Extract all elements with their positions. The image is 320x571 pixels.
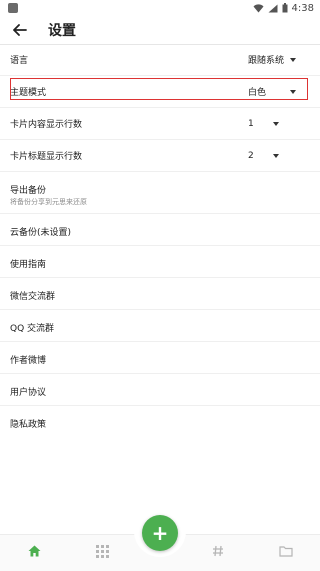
row-label: 卡片标题显示行数 — [10, 152, 83, 162]
status-time: 4:38 — [291, 2, 314, 14]
qq-group-item[interactable]: QQ 交流群 — [0, 310, 320, 342]
item-title: 隐私政策 — [10, 420, 47, 430]
arrow-back-icon — [13, 21, 27, 40]
author-weibo-item[interactable]: 作者微博 — [0, 342, 320, 374]
language-setting-row[interactable]: 语言 跟随系统 — [0, 44, 320, 76]
language-select-value[interactable]: 跟随系统 — [248, 53, 284, 66]
app-bar: 设置 — [0, 16, 320, 44]
item-title: 云备份(未设置) — [10, 228, 72, 238]
content-lines-select-value[interactable]: 1 — [248, 119, 254, 129]
row-label: 卡片内容显示行数 — [10, 120, 83, 130]
back-button[interactable] — [6, 16, 34, 44]
wifi-icon — [253, 3, 264, 13]
export-backup-item[interactable]: 导出备份 将备份分享到元思来还原 — [0, 172, 320, 214]
chevron-down-icon[interactable] — [273, 153, 279, 158]
item-title: QQ 交流群 — [10, 324, 55, 334]
card-content-lines-row[interactable]: 卡片内容显示行数 1 — [0, 108, 320, 140]
privacy-policy-item[interactable]: 隐私政策 — [0, 406, 320, 438]
battery-icon — [282, 3, 288, 13]
item-title: 导出备份 — [10, 186, 47, 196]
row-label: 语言 — [10, 56, 29, 66]
wechat-group-item[interactable]: 微信交流群 — [0, 278, 320, 310]
title-lines-select-value[interactable]: 2 — [248, 151, 254, 161]
item-title: 使用指南 — [10, 260, 47, 270]
chevron-down-icon[interactable] — [290, 57, 296, 62]
grid-icon[interactable] — [95, 544, 109, 558]
chevron-down-icon[interactable] — [273, 121, 279, 126]
item-title: 作者微博 — [10, 356, 47, 366]
notification-icon — [8, 3, 18, 13]
cloud-backup-item[interactable]: 云备份(未设置) — [0, 214, 320, 246]
card-title-lines-row[interactable]: 卡片标题显示行数 2 — [0, 140, 320, 172]
highlight-box — [10, 78, 308, 100]
status-icons: 4:38 — [253, 1, 314, 15]
page-title: 设置 — [48, 23, 76, 39]
add-button[interactable]: + — [142, 515, 178, 551]
hashtag-icon[interactable] — [211, 544, 225, 558]
status-bar: 4:38 — [0, 0, 320, 16]
item-title: 微信交流群 — [10, 292, 56, 302]
signal-icon — [268, 4, 278, 13]
user-guide-item[interactable]: 使用指南 — [0, 246, 320, 278]
home-icon[interactable] — [27, 544, 41, 558]
item-subtitle: 将备份分享到元思来还原 — [10, 198, 87, 206]
item-title: 用户协议 — [10, 388, 47, 398]
folder-icon[interactable] — [279, 544, 293, 558]
user-agreement-item[interactable]: 用户协议 — [0, 374, 320, 406]
